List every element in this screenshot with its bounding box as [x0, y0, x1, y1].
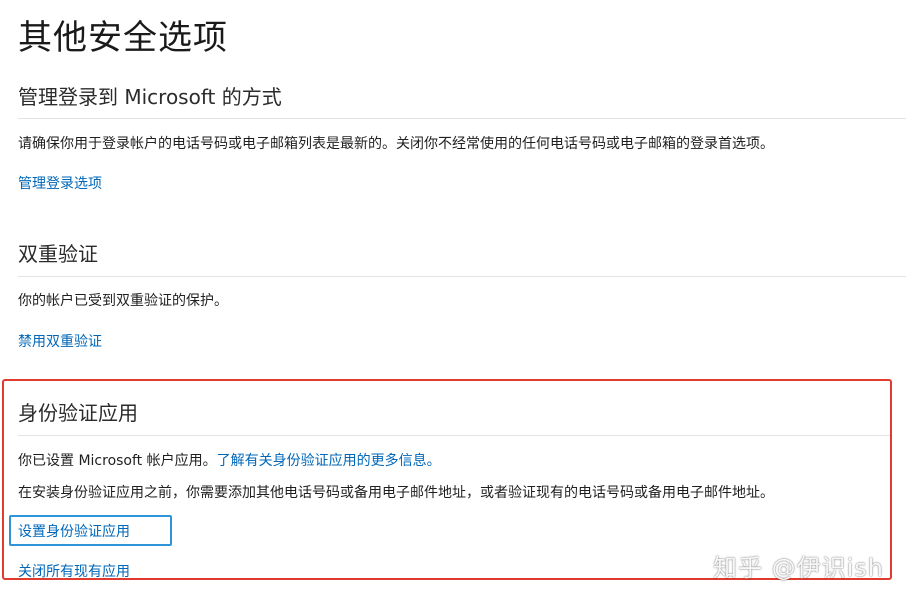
authenticator-section-heading: 身份验证应用 — [18, 401, 138, 425]
two-step-description: 你的帐户已受到双重验证的保护。 — [18, 293, 228, 309]
signin-description: 请确保你用于登录帐户的电话号码或电子邮箱列表是最新的。关闭你不经常使用的任何电话… — [18, 136, 774, 152]
setup-authenticator-link[interactable]: 设置身份验证应用 — [18, 521, 130, 541]
two-step-section-divider — [18, 276, 906, 277]
watermark: 知乎 @伊识ish — [712, 554, 884, 582]
manage-signin-options-link[interactable]: 管理登录选项 — [18, 173, 102, 193]
signin-section-heading: 管理登录到 Microsoft 的方式 — [18, 85, 282, 109]
disable-two-step-link[interactable]: 禁用双重验证 — [18, 331, 102, 351]
authenticator-description: 你已设置 Microsoft 帐户应用。了解有关身份验证应用的更多信息。 — [18, 450, 441, 470]
close-all-apps-link[interactable]: 关闭所有现有应用 — [18, 561, 130, 581]
authenticator-note: 在安装身份验证应用之前，你需要添加其他电话号码或备用电子邮件地址，或者验证现有的… — [18, 485, 774, 501]
two-step-section-heading: 双重验证 — [18, 242, 98, 266]
signin-section-divider — [18, 118, 906, 119]
learn-more-authenticator-link[interactable]: 了解有关身份验证应用的更多信息。 — [217, 453, 441, 469]
authenticator-section-divider — [18, 435, 892, 436]
page-title: 其他安全选项 — [18, 18, 228, 58]
authenticator-description-text: 你已设置 Microsoft 帐户应用。 — [18, 453, 217, 469]
